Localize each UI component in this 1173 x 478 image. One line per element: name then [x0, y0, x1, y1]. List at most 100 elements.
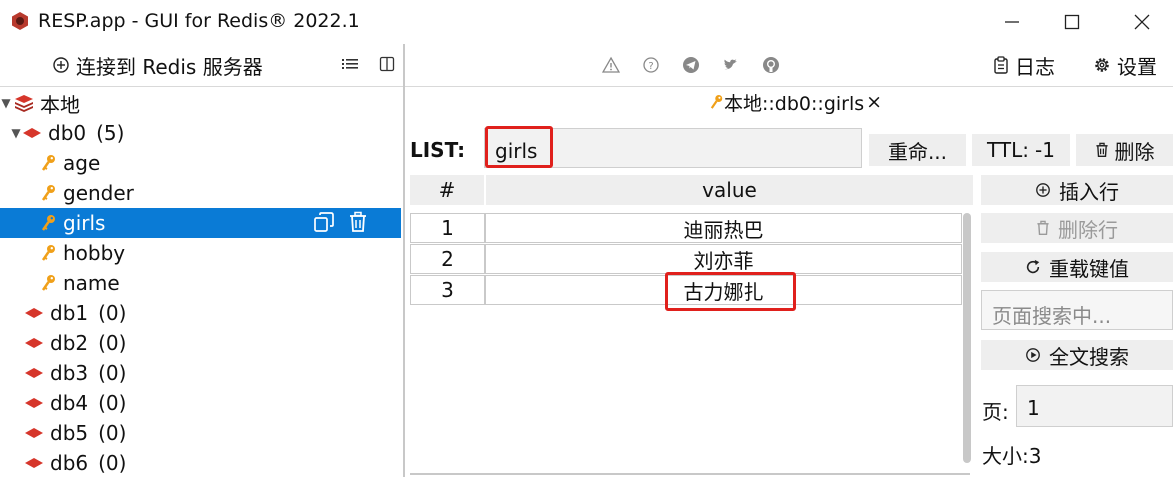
- help-button[interactable]: ?: [640, 54, 662, 76]
- size-label: 大小:: [982, 444, 1029, 468]
- help-icon: ?: [643, 57, 659, 73]
- tree-db-db5[interactable]: db5 (0): [0, 418, 401, 448]
- warning-icon: [602, 56, 620, 73]
- trash-icon: [1037, 220, 1049, 235]
- settings-label: 设置: [1117, 54, 1157, 79]
- database-icon: [25, 458, 43, 468]
- minimize-button[interactable]: [983, 0, 1041, 44]
- connect-redis-button[interactable]: 连接到 Redis 服务器: [52, 50, 263, 80]
- refresh-icon: [1026, 259, 1040, 274]
- expand-arrow-icon[interactable]: ▼: [10, 126, 22, 140]
- column-header-index[interactable]: #: [410, 175, 484, 205]
- database-icon: [25, 368, 43, 378]
- ttl-value: -1: [1035, 138, 1055, 162]
- maximize-button[interactable]: [1043, 0, 1101, 44]
- ttl-label: TTL:: [987, 138, 1029, 162]
- key-label: girls: [63, 211, 106, 235]
- copy-key-button[interactable]: [313, 211, 335, 238]
- telegram-icon: [683, 57, 699, 73]
- tree-db-db2[interactable]: db2 (0): [0, 328, 401, 358]
- telegram-button[interactable]: [680, 54, 702, 76]
- tree-db-db6[interactable]: db6 (0): [0, 448, 401, 478]
- tree-db-db1[interactable]: db1 (0): [0, 298, 401, 328]
- db-count: (0): [98, 301, 127, 325]
- list-icon: [342, 59, 358, 69]
- table-cell-index[interactable]: 2: [410, 244, 485, 274]
- database-icon: [25, 398, 43, 408]
- settings-button[interactable]: 设置: [1093, 50, 1157, 80]
- trash-icon: [350, 211, 366, 232]
- db-name: db0: [48, 121, 87, 145]
- close-icon: [1134, 14, 1150, 30]
- db-name: db2: [50, 331, 89, 355]
- tree-db-db0[interactable]: ▼ db0 (5): [0, 118, 401, 148]
- tree-key-age[interactable]: age: [0, 148, 401, 178]
- table-cell-value[interactable]: 迪丽热巴: [485, 213, 962, 243]
- insert-row-button[interactable]: 插入行: [981, 175, 1173, 205]
- table-cell-index[interactable]: 1: [410, 213, 485, 243]
- key-label: hobby: [63, 241, 126, 265]
- fulltext-label: 全文搜索: [1049, 344, 1129, 369]
- db-count: (0): [98, 421, 127, 445]
- database-icon: [23, 128, 41, 138]
- page-number-input[interactable]: 1: [1016, 385, 1173, 427]
- table-cell-value[interactable]: 刘亦菲: [485, 244, 962, 274]
- panel-splitter[interactable]: [403, 44, 405, 477]
- fulltext-search-button[interactable]: 全文搜索: [981, 340, 1173, 370]
- key-icon: [710, 95, 723, 109]
- reload-key-button[interactable]: 重载键值: [981, 252, 1173, 282]
- table-scrollbar[interactable]: [963, 213, 971, 463]
- tab-close-button[interactable]: ×: [866, 91, 882, 113]
- page-label: 页:: [982, 400, 1009, 424]
- copy-icon: [314, 212, 334, 232]
- key-label: gender: [63, 181, 134, 205]
- connect-label: 连接到 Redis 服务器: [76, 54, 263, 79]
- columns-icon: [379, 56, 395, 72]
- clipboard-icon: [994, 56, 1008, 74]
- table-cell-index[interactable]: 3: [410, 275, 485, 305]
- db-name: db6: [50, 451, 89, 475]
- minimize-icon: [1005, 21, 1019, 23]
- delete-label: 删除: [1114, 139, 1155, 164]
- tab-key-girls[interactable]: 本地::db0::girls ×: [710, 89, 882, 115]
- tree-connection-local[interactable]: ▼ 本地: [0, 88, 401, 118]
- tab-label: 本地::db0::girls: [724, 92, 865, 115]
- add-circle-icon: [1036, 183, 1050, 197]
- ttl-button[interactable]: TTL: -1: [972, 134, 1070, 166]
- expand-arrow-icon[interactable]: ▼: [0, 96, 12, 110]
- table-bottom-border: [410, 473, 970, 475]
- key-type-label: LIST:: [410, 138, 466, 162]
- twitter-icon: [724, 59, 737, 70]
- database-icon: [25, 428, 43, 438]
- delete-key-button[interactable]: [348, 211, 368, 238]
- rename-label: 重命...: [887, 139, 948, 164]
- tree-key-gender[interactable]: gender: [0, 178, 401, 208]
- log-button[interactable]: 日志: [993, 50, 1055, 80]
- play-circle-icon: [1026, 348, 1040, 362]
- db-name: db3: [50, 361, 89, 385]
- page-search-input[interactable]: 页面搜索中...: [981, 290, 1173, 330]
- key-label: age: [63, 151, 101, 175]
- tree-db-db3[interactable]: db3 (0): [0, 358, 401, 388]
- close-window-button[interactable]: [1113, 0, 1171, 44]
- db-count: (0): [98, 451, 127, 475]
- warning-button[interactable]: [600, 54, 622, 76]
- split-view-button[interactable]: [379, 56, 395, 76]
- key-icon: [39, 184, 59, 202]
- maximize-icon: [1064, 14, 1080, 30]
- tree-db-db4[interactable]: db4 (0): [0, 388, 401, 418]
- github-button[interactable]: [760, 54, 782, 76]
- key-name-highlight-box: [485, 126, 553, 168]
- column-header-value[interactable]: value: [486, 175, 973, 205]
- twitter-button[interactable]: [720, 54, 742, 76]
- tree-key-name[interactable]: name: [0, 268, 401, 298]
- delete-row-button[interactable]: 删除行: [981, 213, 1173, 243]
- rename-button[interactable]: 重命...: [869, 134, 966, 166]
- tree-key-hobby[interactable]: hobby: [0, 238, 401, 268]
- tree-key-girls[interactable]: girls: [0, 208, 401, 238]
- list-view-button[interactable]: [341, 56, 359, 76]
- key-icon: [39, 274, 59, 292]
- db-count: (0): [98, 391, 127, 415]
- insert-row-label: 插入行: [1059, 179, 1119, 204]
- delete-key-button-main[interactable]: 删除: [1076, 134, 1173, 166]
